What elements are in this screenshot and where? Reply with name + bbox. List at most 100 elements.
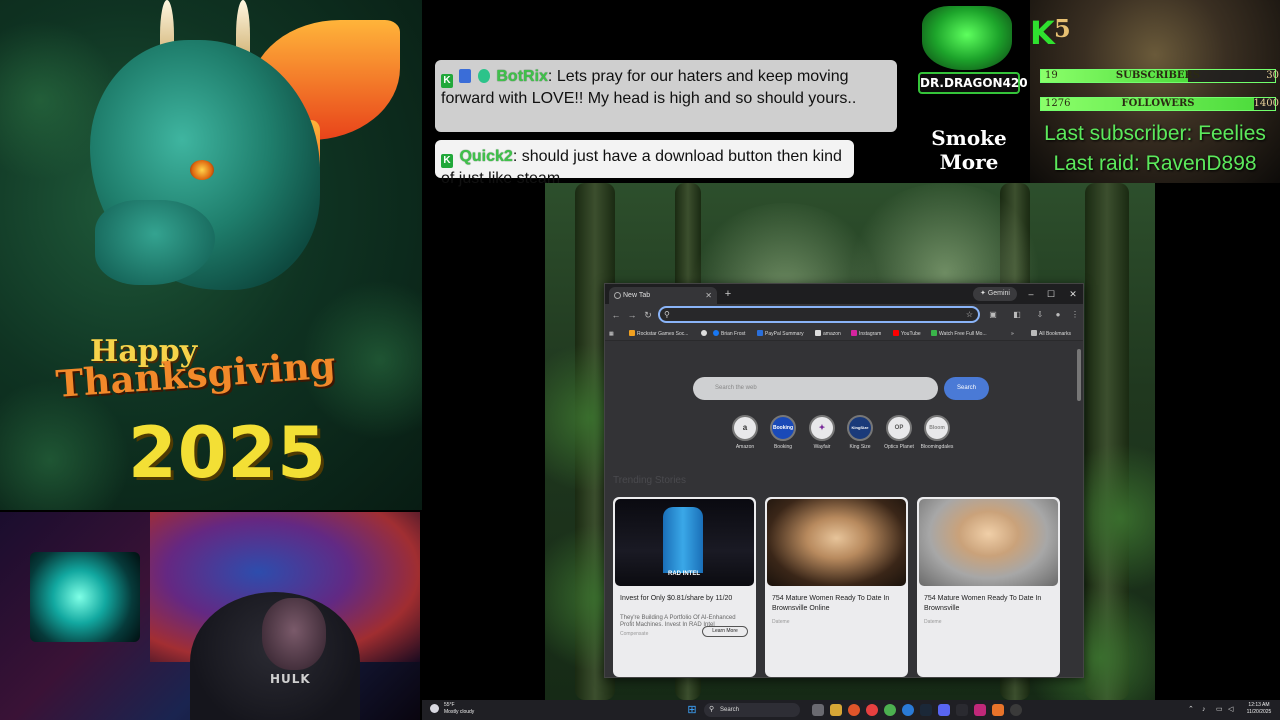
chat-username: BotRix (496, 68, 548, 85)
gemini-button[interactable]: ✦ Gemini (973, 287, 1017, 301)
minimize-button[interactable]: – (1023, 287, 1039, 301)
app-icon[interactable] (992, 704, 1004, 716)
shortcut-kingsize[interactable]: KingSize King Size (840, 415, 880, 450)
bookmark-item[interactable] (701, 329, 709, 339)
story-image-caption: RAD INTEL (668, 571, 700, 577)
steam-icon[interactable] (920, 704, 932, 716)
story-source: Dateme (772, 619, 790, 625)
story-card[interactable]: 754 Mature Women Ready To Date In Browns… (765, 497, 908, 677)
forward-button[interactable]: → (625, 308, 639, 322)
firefox-icon[interactable] (848, 704, 860, 716)
bookmark-item[interactable]: Rockstar Games Soc... (629, 329, 688, 339)
reload-button[interactable]: ↻ (641, 308, 655, 322)
new-tab-page: Search the web Search a Amazon Booking B… (605, 341, 1083, 677)
windows-taskbar: 55°F Mostly cloudy ⊞ ⚲ Search ⌃ ♪ ▭ ◁ 12:1… (422, 700, 1280, 720)
youtube-icon (893, 330, 899, 336)
volume-icon[interactable]: ◁ (1228, 704, 1233, 716)
dragon-eye-image (190, 160, 214, 180)
gemini-label: Gemini (987, 290, 1010, 297)
weather-temp: 55°F (444, 702, 455, 708)
story-card[interactable]: 754 Mature Women Ready To Date In Browns… (917, 497, 1060, 677)
file-explorer-icon[interactable] (830, 704, 842, 716)
bookmark-label: YouTube (901, 331, 921, 337)
dragon-mask-icon (922, 6, 1012, 70)
sidebar-icon[interactable]: ◧ (1010, 308, 1024, 322)
profile-icon[interactable]: ● (1051, 308, 1065, 322)
bookmarks-bar: ▦ Rockstar Games Soc... Brian Frost PayP… (605, 326, 1083, 341)
menu-icon[interactable]: ⋮ (1068, 308, 1082, 322)
amazon-icon (815, 330, 821, 336)
downloads-icon[interactable]: ⇩ (1033, 308, 1047, 322)
shortcut-wayfair[interactable]: ✦ Wayfair (802, 415, 842, 450)
bookmark-item[interactable]: Instagram (851, 329, 881, 339)
bookmark-star-icon[interactable]: ☆ (966, 308, 973, 321)
more-bookmarks-icon[interactable]: » (1011, 329, 1014, 339)
browser-toolbar: ← → ↻ ⚲ ☆ ▣ ◧ ⇩ ● ⋮ (605, 304, 1083, 326)
logo-channel-name: DR.DRAGON420 (918, 72, 1028, 94)
building-image (663, 507, 703, 573)
shortcut-opticsplanet[interactable]: OP Optics Planet (879, 415, 919, 450)
chrome-icon[interactable] (884, 704, 896, 716)
shortcut-booking[interactable]: Booking Booking (763, 415, 803, 450)
maximize-button[interactable]: ☐ (1043, 287, 1059, 301)
github-icon (701, 330, 707, 336)
extensions-icon[interactable]: ▣ (986, 308, 1000, 322)
streaming-app-icon[interactable] (974, 704, 986, 716)
story-image (767, 499, 906, 586)
rockstar-icon (629, 330, 635, 336)
new-tab-button[interactable]: + (721, 287, 735, 301)
bookmark-item[interactable]: YouTube (893, 329, 921, 339)
taskbar-search[interactable]: ⚲ Search (704, 703, 800, 717)
all-bookmarks-label: All Bookmarks (1039, 331, 1071, 337)
page-scrollbar[interactable] (1077, 349, 1081, 401)
shortcut-bloomingdales[interactable]: Bloom Bloomingdales (917, 415, 957, 450)
learn-more-button[interactable]: Learn More (702, 626, 748, 637)
clock-time: 12:13 AM (1248, 702, 1270, 708)
channel-logo: DR.DRAGON420 ✺ Smoke More (908, 0, 1030, 185)
close-tab-icon[interactable]: ✕ (705, 287, 712, 304)
bookmark-item[interactable]: Watch Free Full Mo... (931, 329, 987, 339)
all-bookmarks-folder[interactable]: All Bookmarks (1031, 329, 1071, 339)
start-button[interactable]: ⊞ (686, 704, 698, 716)
bookmark-item[interactable]: PayPal Summary (757, 329, 804, 339)
subscribers-goal-bar: SUBSCRIBERS 19 30 (1040, 69, 1279, 83)
gaming-pc-image (30, 552, 140, 642)
task-view-icon[interactable] (812, 704, 824, 716)
bookmark-label: Rockstar Games Soc... (637, 331, 689, 337)
back-button[interactable]: ← (609, 308, 623, 322)
bookmark-label: Instagram (859, 331, 882, 337)
chat-message: K Quick2: should just have a download bu… (435, 140, 854, 187)
followers-current: 1276 (1045, 98, 1071, 109)
k-badge-icon: K (441, 154, 453, 168)
discord-icon[interactable] (938, 704, 950, 716)
bookmark-item[interactable]: Brian Frost (713, 329, 745, 339)
chat-username: Quick2 (459, 148, 513, 165)
microphone-icon[interactable]: ♪ (1202, 704, 1206, 716)
web-search-input[interactable]: Search the web (693, 377, 938, 400)
paypal-icon (757, 330, 763, 336)
opera-icon[interactable] (866, 704, 878, 716)
edge-icon[interactable] (902, 704, 914, 716)
obs-icon[interactable] (956, 704, 968, 716)
web-search-button[interactable]: Search (944, 377, 989, 400)
tab-new-tab[interactable]: New Tab ✕ (609, 287, 717, 304)
apps-grid-icon[interactable]: ▦ (609, 329, 614, 339)
clock-date: 11/20/2025 (1246, 709, 1272, 715)
shortcut-label: Amazon (735, 444, 755, 450)
bloomingdales-icon: Bloom (924, 415, 950, 441)
bookmark-item[interactable]: amazon (815, 329, 841, 339)
app-icon[interactable] (1010, 704, 1022, 716)
close-window-button[interactable]: ✕ (1065, 287, 1081, 301)
instagram-icon (851, 330, 857, 336)
tray-overflow-icon[interactable]: ⌃ (1188, 704, 1194, 716)
story-source: Compensate (620, 631, 649, 637)
system-clock[interactable]: 12:13 AM 11/20/2025 (1242, 702, 1276, 716)
taskbar-search-label: Search (720, 707, 740, 713)
address-bar[interactable]: ⚲ ☆ (658, 306, 980, 323)
network-icon[interactable]: ▭ (1216, 704, 1223, 716)
amazon-icon: a (732, 415, 758, 441)
story-title: 754 Mature Women Ready To Date In Browns… (924, 595, 1042, 612)
story-card[interactable]: RAD INTEL Invest for Only $0.81/share by… (613, 497, 756, 677)
shortcut-amazon[interactable]: a Amazon (725, 415, 765, 450)
bookmark-label: amazon (823, 331, 841, 337)
